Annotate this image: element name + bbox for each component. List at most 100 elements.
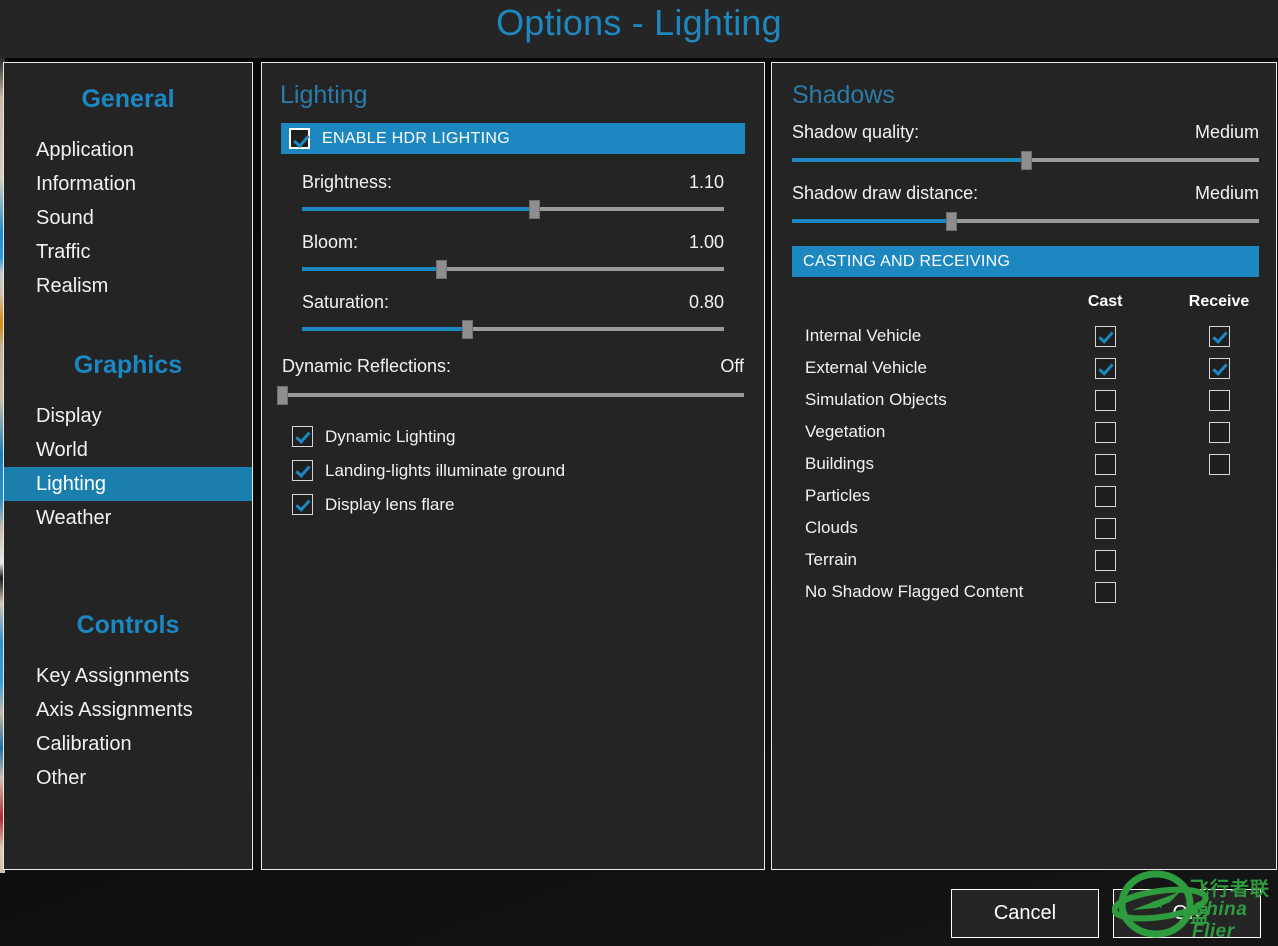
brightness-value: 1.10 bbox=[688, 172, 724, 192]
receive-cell bbox=[1162, 389, 1276, 411]
cast-cell bbox=[1048, 421, 1162, 443]
sidebar-item-label: Weather bbox=[36, 507, 112, 529]
dynamic-reflections-row: Dynamic Reflections: Off bbox=[282, 356, 744, 377]
cast-checkbox-terrain[interactable] bbox=[1094, 549, 1116, 571]
cast-checkbox-no-shadow-flagged-content[interactable] bbox=[1094, 581, 1116, 603]
option-row-dynamic-lighting[interactable]: Dynamic Lighting bbox=[292, 426, 764, 447]
row-name-cell: No Shadow Flagged Content bbox=[805, 582, 1048, 602]
receive-cell bbox=[1162, 453, 1276, 475]
cast-checkbox-external-vehicle[interactable] bbox=[1094, 357, 1116, 379]
sidebar-item-label: Axis Assignments bbox=[36, 699, 193, 721]
shadow-quality-slider-thumb[interactable] bbox=[1020, 151, 1032, 170]
row-name-cell: Particles bbox=[805, 486, 1048, 506]
shadow-draw-distance-slider[interactable] bbox=[792, 212, 1259, 231]
sidebar-item-label: Other bbox=[36, 767, 87, 789]
column-header-receive: Receive bbox=[1188, 293, 1250, 310]
bloom-value: 1.00 bbox=[688, 232, 724, 252]
sidebar-item-display[interactable]: Display bbox=[4, 399, 252, 433]
cast-checkbox-clouds[interactable] bbox=[1094, 517, 1116, 539]
table-row: Internal Vehicle bbox=[805, 320, 1276, 352]
shadow-draw-distance-slider-thumb[interactable] bbox=[945, 212, 957, 231]
title-bar: Options - Lighting bbox=[0, 0, 1278, 58]
bloom-label: Bloom: bbox=[302, 232, 359, 252]
table-row: Simulation Objects bbox=[805, 384, 1276, 416]
cancel-button[interactable]: Cancel bbox=[951, 889, 1099, 938]
ok-button[interactable]: OK bbox=[1113, 889, 1261, 938]
bloom-slider-thumb[interactable] bbox=[436, 260, 448, 279]
shadow-quality-slider[interactable] bbox=[792, 151, 1259, 170]
row-name-cell: Clouds bbox=[805, 518, 1048, 538]
sidebar-item-world[interactable]: World bbox=[4, 433, 252, 467]
sidebar-group-title-graphics: Graphics bbox=[73, 351, 183, 379]
receive-cell bbox=[1162, 421, 1276, 443]
cast-checkbox-internal-vehicle[interactable] bbox=[1094, 325, 1116, 347]
bloom-slider[interactable] bbox=[302, 260, 724, 279]
brightness-slider-thumb[interactable] bbox=[529, 200, 541, 219]
checkbox-landing-lights-illuminate-ground[interactable] bbox=[292, 460, 313, 481]
receive-cell bbox=[1162, 357, 1276, 379]
row-name-cell: Terrain bbox=[805, 550, 1048, 570]
row-name-cell: Internal Vehicle bbox=[805, 326, 1048, 346]
sidebar-item-label: Display bbox=[36, 405, 102, 427]
checkbox-display-lens-flare[interactable] bbox=[292, 494, 313, 515]
sidebar-item-calibration[interactable]: Calibration bbox=[4, 727, 252, 761]
sidebar-item-other[interactable]: Other bbox=[4, 761, 252, 795]
cast-checkbox-particles[interactable] bbox=[1094, 485, 1116, 507]
option-row-display-lens-flare[interactable]: Display lens flare bbox=[292, 494, 764, 515]
shadow-draw-distance-value: Medium bbox=[1194, 183, 1259, 203]
casting-and-receiving-banner: CASTING AND RECEIVING bbox=[792, 246, 1259, 277]
dynamic-reflections-slider-thumb[interactable] bbox=[277, 386, 288, 405]
checkbox-dynamic-lighting[interactable] bbox=[292, 426, 313, 447]
sidebar-item-key-assignments[interactable]: Key Assignments bbox=[4, 659, 252, 693]
dynamic-reflections-slider[interactable] bbox=[277, 386, 744, 405]
sidebar-item-information[interactable]: Information bbox=[4, 167, 252, 201]
bloom-slider-fill bbox=[302, 267, 442, 271]
brightness-label: Brightness: bbox=[302, 172, 393, 192]
cast-checkbox-vegetation[interactable] bbox=[1094, 421, 1116, 443]
sidebar-item-traffic[interactable]: Traffic bbox=[4, 235, 252, 269]
cast-cell bbox=[1048, 581, 1162, 603]
saturation-slider-fill bbox=[302, 327, 467, 331]
option-label: Landing-lights illuminate ground bbox=[325, 460, 566, 480]
saturation-slider-thumb[interactable] bbox=[461, 320, 473, 339]
receive-checkbox-simulation-objects[interactable] bbox=[1208, 389, 1230, 411]
row-label: Vegetation bbox=[805, 422, 886, 441]
navigation-sidebar: General Application Information Sound Traffi… bbox=[3, 62, 253, 870]
options-dialog: Options - Lighting General Application Inf… bbox=[0, 0, 1278, 946]
saturation-slider[interactable] bbox=[302, 320, 724, 339]
cancel-button-label: Cancel bbox=[993, 902, 1057, 924]
receive-checkbox-buildings[interactable] bbox=[1208, 453, 1230, 475]
saturation-label: Saturation: bbox=[302, 292, 390, 312]
shadow-quality-label: Shadow quality: bbox=[792, 122, 920, 142]
sidebar-item-weather[interactable]: Weather bbox=[4, 501, 252, 535]
sidebar-item-label: Traffic bbox=[36, 241, 91, 263]
row-label: Simulation Objects bbox=[805, 390, 947, 409]
brightness-row: Brightness: 1.10 bbox=[302, 172, 724, 193]
shadows-settings-panel: Shadows Shadow quality: Medium Shadow draw… bbox=[771, 62, 1277, 870]
dynamic-reflections-slider-track bbox=[282, 393, 744, 397]
enable-hdr-lighting-banner[interactable]: ENABLE HDR LIGHTING bbox=[281, 123, 745, 154]
cast-checkbox-simulation-objects[interactable] bbox=[1094, 389, 1116, 411]
row-name-cell: Vegetation bbox=[805, 422, 1048, 442]
sidebar-item-application[interactable]: Application bbox=[4, 133, 252, 167]
cast-cell bbox=[1048, 325, 1162, 347]
cast-cell bbox=[1048, 453, 1162, 475]
row-label: Buildings bbox=[805, 454, 874, 473]
sidebar-item-sound[interactable]: Sound bbox=[4, 201, 252, 235]
cast-cell bbox=[1048, 549, 1162, 571]
receive-checkbox-vegetation[interactable] bbox=[1208, 421, 1230, 443]
sidebar-item-realism[interactable]: Realism bbox=[4, 269, 252, 303]
bloom-row: Bloom: 1.00 bbox=[302, 232, 724, 253]
table-row: Particles bbox=[805, 480, 1276, 512]
receive-checkbox-external-vehicle[interactable] bbox=[1208, 357, 1230, 379]
table-row: Buildings bbox=[805, 448, 1276, 480]
brightness-slider[interactable] bbox=[302, 200, 724, 219]
enable-hdr-lighting-checkbox[interactable] bbox=[289, 128, 310, 149]
sidebar-item-lighting[interactable]: Lighting bbox=[4, 467, 252, 501]
sidebar-item-axis-assignments[interactable]: Axis Assignments bbox=[4, 693, 252, 727]
cast-checkbox-buildings[interactable] bbox=[1094, 453, 1116, 475]
sidebar-item-label: World bbox=[36, 439, 88, 461]
receive-checkbox-internal-vehicle[interactable] bbox=[1208, 325, 1230, 347]
shadows-heading: Shadows bbox=[792, 81, 895, 109]
option-row-landing-lights-illuminate-ground[interactable]: Landing-lights illuminate ground bbox=[292, 460, 764, 481]
